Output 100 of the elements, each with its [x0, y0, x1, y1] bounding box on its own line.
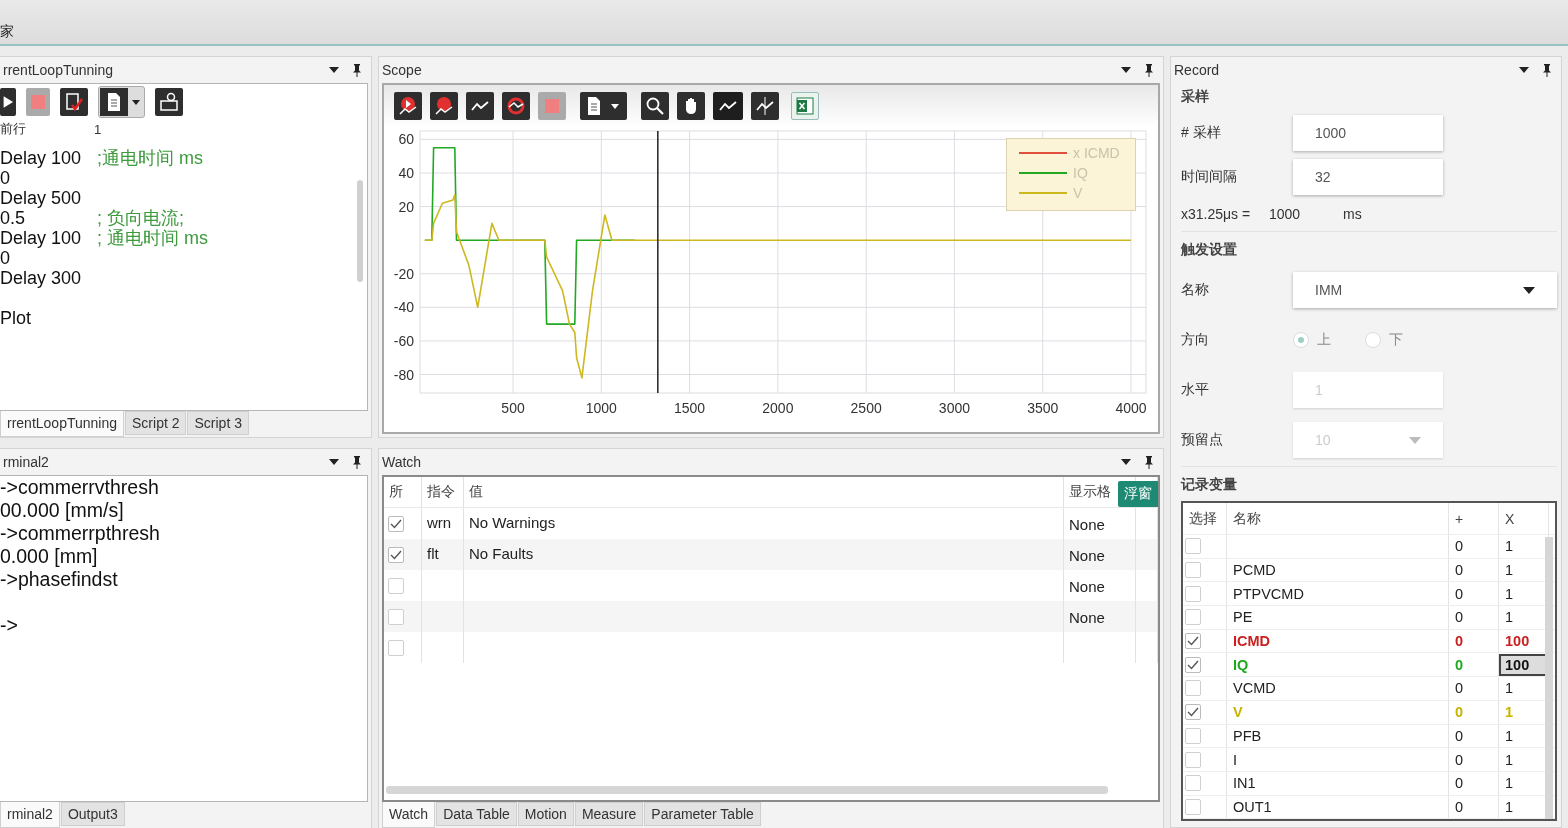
checkbox[interactable]: [1185, 727, 1201, 744]
tick-label: 60: [398, 131, 414, 148]
pan-button[interactable]: [677, 92, 705, 120]
dropdown-arrow-icon[interactable]: [329, 67, 339, 73]
checkbox[interactable]: [1185, 704, 1201, 721]
play-button[interactable]: [0, 88, 16, 116]
column-header[interactable]: 名称: [1233, 509, 1261, 528]
pin-icon[interactable]: [1145, 455, 1153, 469]
checkbox[interactable]: [388, 609, 404, 625]
code-text: Delay 100: [0, 228, 83, 248]
tick-label: 2500: [850, 400, 882, 416]
code-text: Plot: [0, 308, 33, 328]
cell-editor[interactable]: 100: [1499, 653, 1547, 676]
dropdown-arrow-icon[interactable]: [329, 459, 339, 465]
checkbox[interactable]: [388, 516, 404, 532]
tab[interactable]: Watch: [382, 802, 436, 828]
record-button[interactable]: [430, 92, 458, 120]
checkbox[interactable]: [388, 547, 404, 563]
checkbox[interactable]: [1185, 656, 1201, 673]
checkbox[interactable]: [1185, 775, 1201, 792]
tab[interactable]: rrentLoopTunning: [0, 411, 124, 437]
variable-name: OUT1: [1233, 798, 1272, 815]
code-text: 0: [0, 168, 11, 188]
checkbox[interactable]: [1185, 562, 1201, 579]
export-button[interactable]: [155, 88, 183, 116]
caret-icon: [132, 99, 140, 105]
checkbox[interactable]: [1185, 680, 1201, 697]
checkbox[interactable]: [388, 578, 404, 594]
split-trend-icon: [754, 95, 776, 117]
dropdown-arrow-icon[interactable]: [1121, 459, 1131, 465]
tab[interactable]: Measure: [574, 802, 644, 826]
record-play-button[interactable]: [394, 92, 422, 120]
dropdown-arrow-icon[interactable]: [1523, 286, 1535, 294]
panel-title: rrentLoopTunning: [3, 62, 114, 78]
variable-name: PTPVCMD: [1233, 585, 1304, 602]
cursor-line[interactable]: [657, 130, 659, 394]
split-trend-button[interactable]: [751, 92, 779, 120]
pin-icon[interactable]: [1145, 63, 1153, 77]
tab[interactable]: Output3: [60, 802, 125, 826]
code-text: Delay 100: [0, 148, 83, 168]
float-button[interactable]: 浮窗: [1118, 481, 1158, 507]
table-cell: 0: [1455, 633, 1464, 650]
unit-label: ms: [1343, 206, 1362, 222]
tab[interactable]: Data Table: [436, 802, 517, 826]
checkbox[interactable]: [1185, 609, 1201, 626]
menu-item[interactable]: 家: [0, 23, 14, 41]
checkbox[interactable]: [1185, 585, 1201, 602]
tab[interactable]: Motion: [517, 802, 574, 826]
pin-icon[interactable]: [353, 63, 361, 77]
table-cell: 1: [1505, 562, 1514, 579]
code-text: 0: [0, 248, 11, 268]
table-cell: 0: [1455, 538, 1464, 555]
select-value: IMM: [1315, 282, 1343, 298]
checkbox[interactable]: [1185, 633, 1201, 650]
horizontal-scrollbar[interactable]: [386, 786, 1108, 794]
document-menu-button[interactable]: [580, 92, 627, 120]
input-field[interactable]: 32: [1293, 159, 1443, 195]
trend-toggle-button[interactable]: [713, 92, 743, 120]
trend-button[interactable]: [466, 92, 494, 120]
column-header[interactable]: 值: [469, 483, 483, 501]
tab[interactable]: Parameter Table: [644, 802, 761, 826]
checkbox[interactable]: [1185, 538, 1201, 555]
code-comment: ;通电时间 ms: [97, 148, 203, 168]
dropdown-arrow-icon[interactable]: [1121, 67, 1131, 73]
column-header[interactable]: 显示格: [1069, 483, 1111, 501]
column-header[interactable]: 指令: [427, 483, 455, 501]
scrollbar-thumb[interactable]: [357, 180, 363, 282]
tab[interactable]: rminal2: [0, 802, 60, 828]
panel-title: Watch: [382, 454, 423, 470]
pin-icon[interactable]: [353, 455, 361, 469]
table-cell: 1: [1505, 680, 1514, 697]
refresh-button[interactable]: [502, 92, 530, 120]
dropdown-arrow-icon[interactable]: [1519, 67, 1529, 73]
table-cell: 0: [1455, 680, 1464, 697]
validate-button[interactable]: [60, 88, 88, 116]
tab[interactable]: Script 3: [187, 411, 249, 435]
table-cell: 0: [1455, 727, 1464, 744]
checkbox[interactable]: [1185, 798, 1201, 815]
pin-icon[interactable]: [1543, 63, 1551, 77]
panel-title: rminal2: [3, 454, 50, 470]
column-header[interactable]: 选择: [1189, 509, 1217, 528]
table-cell: No Faults: [469, 545, 534, 562]
checkbox[interactable]: [388, 640, 404, 656]
radio-label: 上: [1317, 331, 1331, 349]
scrollbar-thumb[interactable]: [1545, 537, 1553, 819]
zoom-button[interactable]: [641, 92, 669, 120]
code-text: Delay 300: [0, 268, 83, 288]
conversion-value: 1000: [1269, 206, 1302, 222]
excel-export-button[interactable]: [791, 92, 819, 120]
document-menu-button[interactable]: [98, 86, 145, 118]
code-text: Delay 500: [0, 188, 83, 208]
tick-label: -40: [393, 299, 414, 316]
column-header[interactable]: X: [1505, 510, 1515, 527]
input-field[interactable]: 1000: [1293, 115, 1443, 151]
column-header[interactable]: +: [1455, 510, 1464, 527]
tick-label: 3500: [1027, 400, 1059, 416]
trigger-select[interactable]: IMM: [1293, 272, 1557, 308]
tab[interactable]: Script 2: [125, 411, 187, 435]
column-header[interactable]: 所: [389, 483, 403, 501]
checkbox[interactable]: [1185, 751, 1201, 768]
